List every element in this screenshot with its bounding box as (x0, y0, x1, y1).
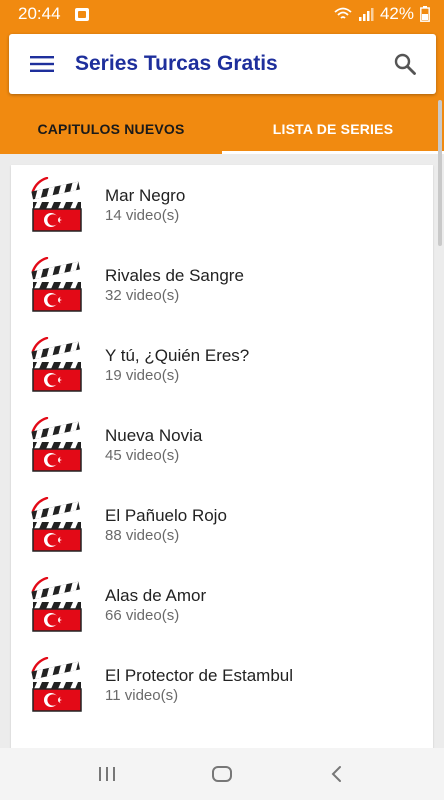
back-button[interactable] (307, 754, 367, 794)
back-icon (331, 766, 341, 782)
clapperboard-flag-icon (31, 417, 82, 472)
signal-icon (358, 8, 374, 21)
status-left: 20:44 (18, 4, 89, 24)
clapperboard-flag-icon (31, 257, 82, 312)
battery-percent: 42% (379, 4, 414, 23)
series-video-count: 19 video(s) (105, 366, 180, 384)
series-item-y-tu-quien-eres[interactable]: Y tú, ¿Quién Eres? 19 video(s) (11, 325, 433, 405)
series-item-nueva-novia[interactable]: Nueva Novia 45 video(s) (11, 405, 433, 485)
system-nav-bar (0, 748, 444, 800)
series-video-count: 32 video(s) (105, 286, 180, 304)
series-video-count: 14 video(s) (105, 206, 180, 224)
wifi-icon (334, 7, 352, 19)
series-video-count: 45 video(s) (105, 446, 180, 464)
clapperboard-flag-icon (31, 657, 82, 712)
series-name: Nueva Novia (105, 425, 203, 445)
clapperboard-flag-icon (31, 577, 82, 632)
series-name: El Protector de Estambul (105, 665, 294, 685)
tab-lista-de-series[interactable]: LISTA DE SERIES (222, 104, 444, 154)
hamburger-menu-icon (30, 56, 54, 72)
menu-button[interactable] (9, 34, 75, 94)
series-name: Mar Negro (105, 185, 186, 205)
status-right: 42% (334, 4, 430, 24)
series-item-alas-de-amor[interactable]: Alas de Amor 66 video(s) (11, 565, 433, 645)
series-video-count: 66 video(s) (105, 606, 180, 624)
series-name: Y tú, ¿Quién Eres? (105, 345, 250, 365)
search-button[interactable] (374, 34, 436, 94)
status-time: 20:44 (18, 4, 61, 23)
series-video-count: 11 video(s) (105, 686, 179, 704)
tab-bar: CAPITULOS NUEVOS LISTA DE SERIES (0, 104, 444, 154)
battery-icon (420, 6, 430, 22)
recent-apps-icon (99, 767, 116, 781)
home-button[interactable] (192, 754, 252, 794)
series-video-count: 88 video(s) (105, 526, 180, 544)
series-name: Alas de Amor (105, 585, 207, 605)
clapperboard-flag-icon (31, 177, 82, 232)
search-icon (394, 53, 416, 75)
toolbar: Series Turcas Gratis (9, 34, 436, 94)
series-item-mar-negro[interactable]: Mar Negro 14 video(s) (11, 165, 433, 245)
status-bar: 20:44 42% (0, 0, 444, 28)
series-name: El Pañuelo Rojo (105, 505, 227, 525)
tab-capitulos-nuevos[interactable]: CAPITULOS NUEVOS (0, 104, 222, 154)
notification-icon (74, 7, 89, 21)
scrollbar[interactable] (438, 100, 442, 246)
series-item-el-protector-de-estambul[interactable]: El Protector de Estambul 11 video(s) (11, 645, 433, 725)
series-item-el-panuelo-rojo[interactable]: El Pañuelo Rojo 88 video(s) (11, 485, 433, 565)
clapperboard-flag-icon (31, 497, 82, 552)
series-name: Rivales de Sangre (105, 265, 244, 285)
series-list: Mar Negro 14 video(s) Rivales de Sangre … (11, 165, 433, 755)
app-title: Series Turcas Gratis (75, 52, 278, 75)
recent-apps-button[interactable] (77, 754, 137, 794)
series-item-rivales-de-sangre[interactable]: Rivales de Sangre 32 video(s) (11, 245, 433, 325)
home-icon (211, 766, 232, 782)
clapperboard-flag-icon (31, 337, 82, 392)
